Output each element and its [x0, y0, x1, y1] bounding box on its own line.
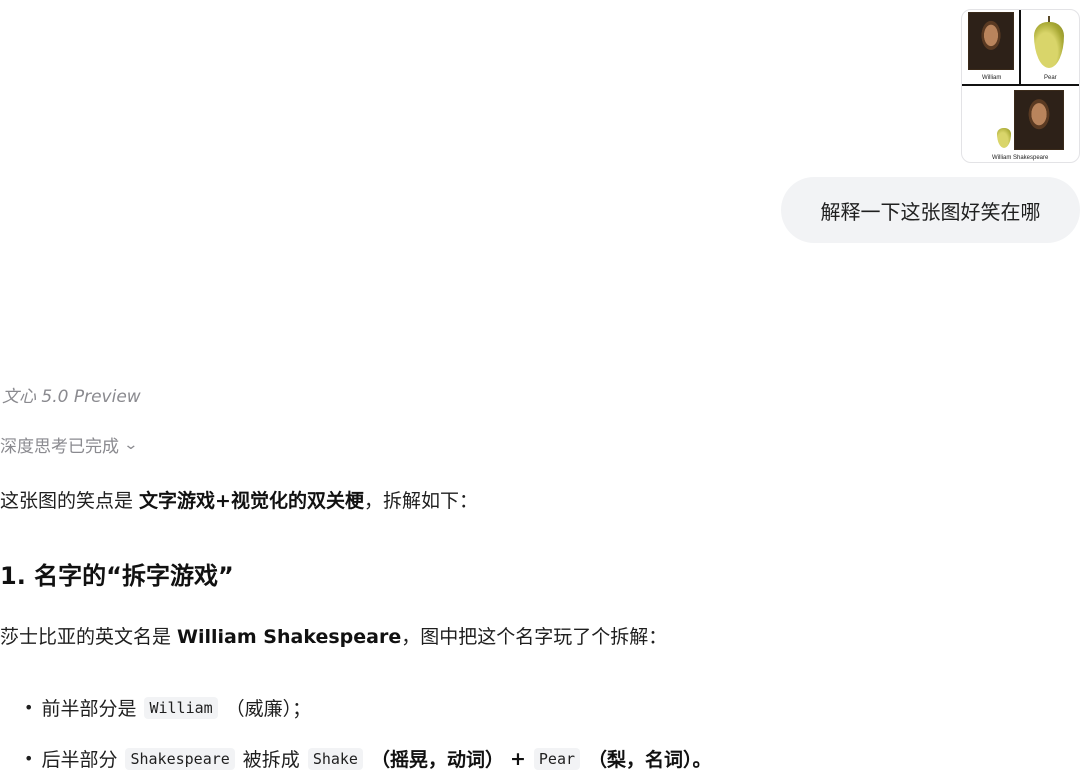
pear-image — [1034, 22, 1064, 68]
portrait-image — [968, 12, 1014, 70]
thinking-status: 深度思考已完成 — [0, 437, 119, 457]
list-text: （威廉）； — [225, 698, 312, 720]
image-caption: William Shakespeare — [992, 155, 1049, 161]
intro-text: 这张图的笑点是 — [0, 490, 140, 512]
user-image-attachment[interactable]: William Pear William Shakespeare — [961, 9, 1080, 163]
portrait-image — [1014, 90, 1064, 150]
chevron-down-icon: ⌄ — [123, 436, 139, 453]
answer-paragraph: 莎士比亚的英文名是 William Shakespeare，图中把这个名字玩了个… — [0, 622, 667, 649]
list-bold: （摇晃，动词） — [370, 749, 504, 771]
intro-text: ，拆解如下： — [363, 490, 478, 512]
inline-code: Pear — [533, 747, 581, 770]
list-item: • 后半部分 Shakespeare 被拆成 Shake （摇晃，动词） + P… — [24, 745, 712, 772]
plus-sign: + — [509, 747, 526, 770]
user-message-bubble: 解释一下这张图好笑在哪 — [781, 177, 1080, 243]
list-bold: （梨，名词）。 — [588, 749, 712, 771]
intro-bold: 文字游戏+视觉化的双关梗 — [139, 490, 364, 512]
list-text: 后半部分 — [41, 749, 118, 771]
list-item: • 前半部分是 William （威廉）； — [24, 694, 311, 721]
inline-code: William — [144, 696, 218, 719]
paragraph-text: 莎士比亚的英文名是 — [0, 626, 178, 648]
inline-code: Shakespeare — [125, 747, 235, 770]
section-heading: 1. 名字的“拆字游戏” — [0, 562, 234, 590]
image-caption: Pear — [1044, 75, 1057, 81]
model-name: 文心 5.0 Preview — [2, 387, 141, 407]
paragraph-text: ，图中把这个名字玩了个拆解： — [401, 626, 668, 648]
divider — [962, 84, 1079, 86]
paragraph-bold: William Shakespeare — [177, 626, 402, 648]
bullet-dot: • — [24, 698, 34, 717]
user-message-text: 解释一下这张图好笑在哪 — [820, 199, 1041, 224]
answer-intro: 这张图的笑点是 文字游戏+视觉化的双关梗，拆解如下： — [0, 486, 478, 513]
thinking-toggle[interactable]: 深度思考已完成 ⌄ — [0, 432, 139, 458]
inline-code: Shake — [307, 747, 363, 770]
list-text: 前半部分是 — [41, 698, 137, 720]
divider — [1019, 10, 1021, 85]
bullet-dot: • — [24, 749, 34, 768]
list-text: 被拆成 — [242, 749, 300, 771]
pear-image — [997, 128, 1011, 148]
image-caption: William — [982, 75, 1002, 81]
